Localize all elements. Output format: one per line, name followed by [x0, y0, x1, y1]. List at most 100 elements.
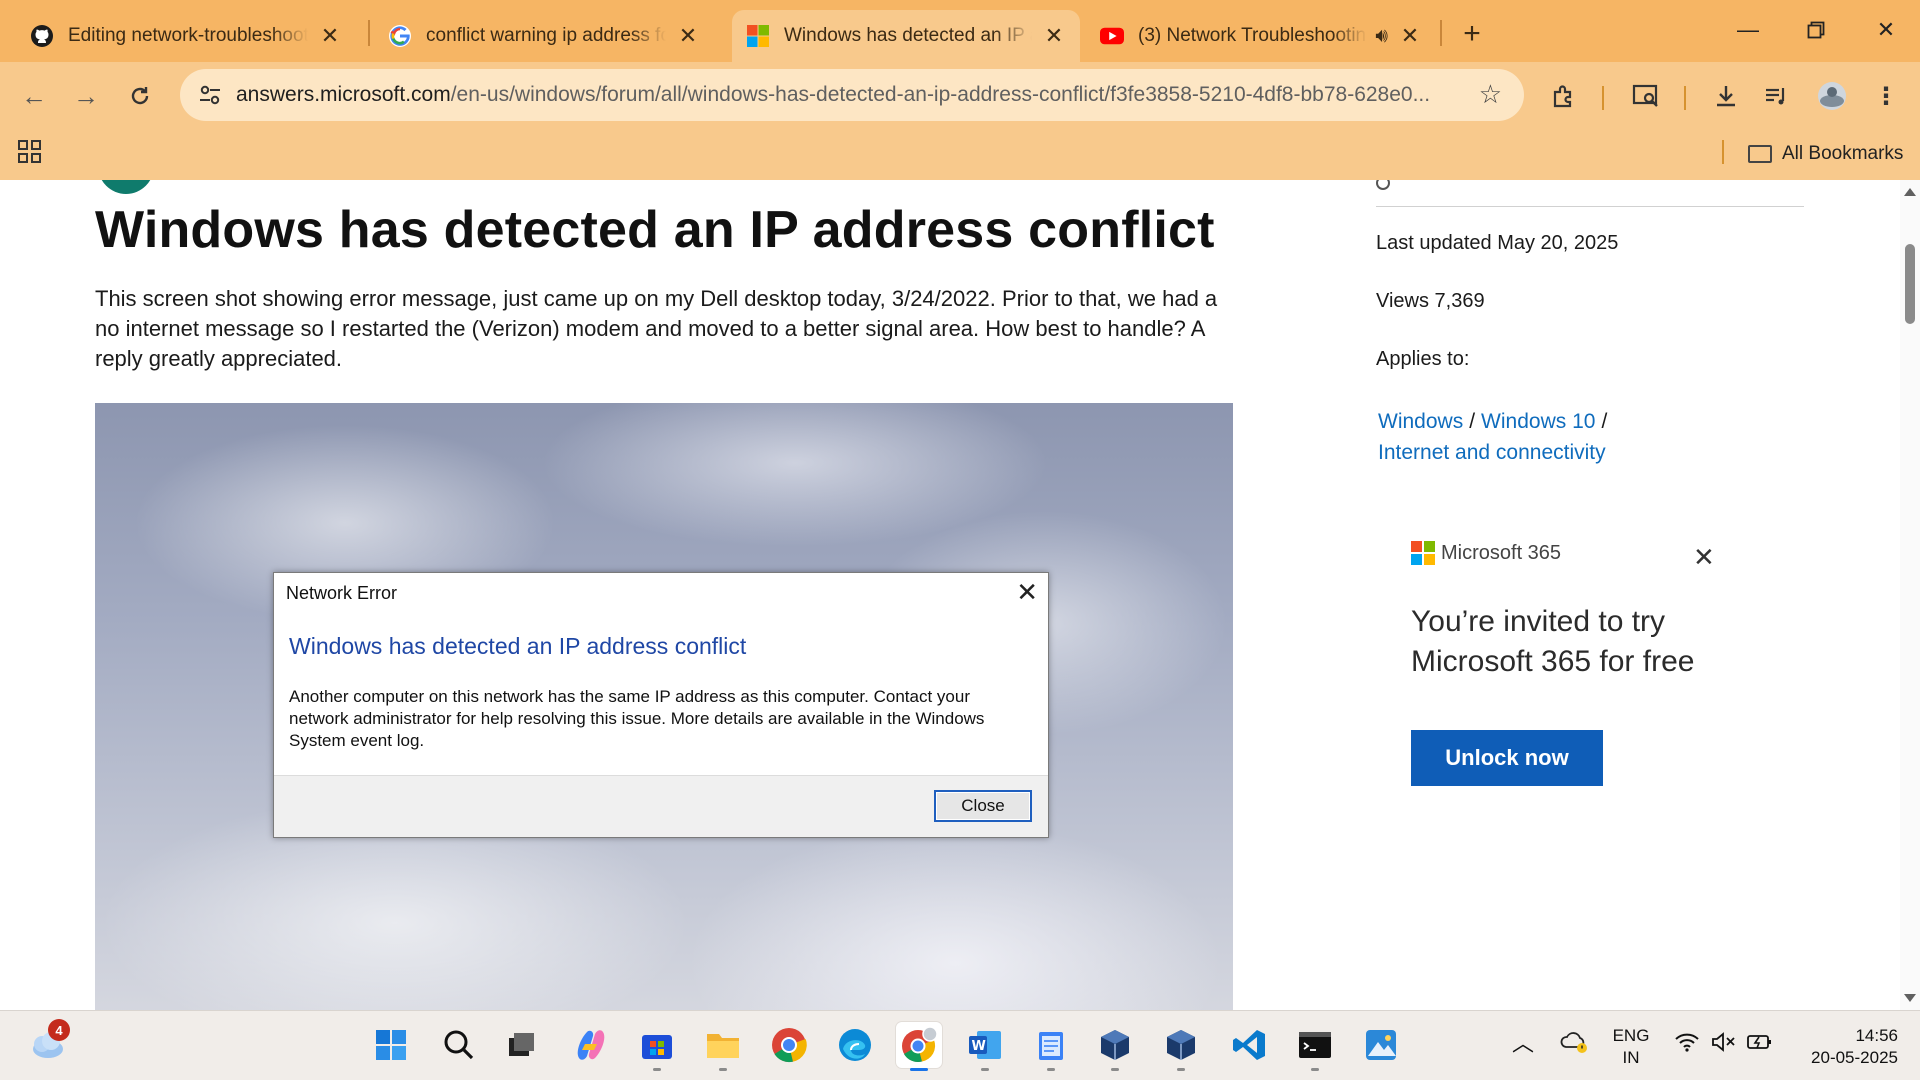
- profile-avatar[interactable]: [1814, 78, 1850, 114]
- page-title: Windows has detected an IP address confl…: [95, 201, 1215, 259]
- close-icon: ✕: [1016, 577, 1038, 607]
- show-hidden-icons-chevron-icon[interactable]: ︿: [1512, 1033, 1534, 1055]
- close-ad-icon[interactable]: ✕: [1693, 542, 1715, 573]
- chrome-profile-app[interactable]: [896, 1022, 942, 1071]
- tab-google[interactable]: conflict warning ip address for windows …: [374, 10, 714, 62]
- back-button[interactable]: ←: [14, 76, 54, 116]
- page-scrollbar[interactable]: [1900, 180, 1920, 1010]
- forward-button[interactable]: →: [66, 76, 106, 116]
- running-indicator: [1177, 1068, 1185, 1071]
- chrome-app[interactable]: [766, 1022, 812, 1068]
- restore-button[interactable]: [1786, 10, 1846, 50]
- copilot-app[interactable]: [568, 1022, 614, 1068]
- apps-grid-icon[interactable]: [18, 140, 42, 164]
- all-bookmarks-button[interactable]: All Bookmarks: [1748, 140, 1903, 168]
- url-host: answers.microsoft.com: [236, 83, 451, 106]
- tab-github[interactable]: Editing network-troubleshooting ✕: [16, 10, 356, 62]
- toolbar: ← → answers.microsoft.com /en-us/windows…: [0, 62, 1920, 128]
- notepad-app[interactable]: [1028, 1022, 1074, 1071]
- input-language[interactable]: ENG IN: [1606, 1025, 1656, 1069]
- windows-taskbar: 4 W ︿ ENG IN 14:56 20-05-2025: [0, 1010, 1920, 1080]
- reload-button[interactable]: [120, 76, 160, 116]
- crumb-link-internet-connectivity[interactable]: Internet and connectivity: [1378, 441, 1606, 464]
- wifi-icon[interactable]: [1674, 1031, 1700, 1059]
- tab-title: Editing network-troubleshooting: [68, 25, 308, 46]
- bookmark-star-icon[interactable]: ☆: [1479, 79, 1502, 110]
- address-bar[interactable]: answers.microsoft.com /en-us/windows/for…: [180, 69, 1524, 121]
- chrome-icon: [772, 1028, 807, 1063]
- views-count: Views 7,369: [1376, 290, 1485, 312]
- crumb-link-windows[interactable]: Windows: [1378, 410, 1463, 433]
- photos-icon: [1366, 1030, 1396, 1060]
- toolbar-divider: [1684, 86, 1686, 110]
- clock-date: 20-05-2025: [1811, 1048, 1898, 1067]
- close-tab-icon[interactable]: ✕: [1042, 23, 1066, 48]
- crumb-link-windows-10[interactable]: Windows 10: [1481, 410, 1595, 433]
- tab-title: Windows has detected an IP address confl…: [784, 25, 1032, 46]
- close-tab-icon[interactable]: ✕: [676, 23, 700, 48]
- crumb-separator: /: [1469, 410, 1476, 433]
- download-icon[interactable]: [1708, 78, 1744, 114]
- new-tab-button[interactable]: +: [1452, 14, 1492, 54]
- site-settings-icon[interactable]: [196, 81, 224, 109]
- last-updated: Last updated May 20, 2025: [1376, 232, 1619, 254]
- battery-charging-icon[interactable]: [1746, 1031, 1774, 1059]
- running-indicator: [1111, 1068, 1119, 1071]
- tab-microsoft-answers[interactable]: Windows has detected an IP address confl…: [732, 10, 1080, 62]
- more-menu-icon[interactable]: ⋮: [1868, 78, 1904, 114]
- vscode-app[interactable]: [1226, 1022, 1272, 1068]
- close-window-button[interactable]: ✕: [1856, 10, 1916, 50]
- active-indicator: [910, 1068, 928, 1071]
- virtualbox-app[interactable]: [1092, 1022, 1138, 1071]
- youtube-icon: [1100, 24, 1124, 48]
- media-controls-icon[interactable]: [1758, 78, 1794, 114]
- volume-muted-icon[interactable]: [1710, 1031, 1736, 1059]
- unlock-now-button[interactable]: Unlock now: [1411, 730, 1603, 786]
- scroll-up-arrow-icon[interactable]: [1904, 188, 1916, 196]
- search-icon[interactable]: [1376, 180, 1390, 190]
- edge-icon: [839, 1029, 871, 1061]
- word-app[interactable]: W: [962, 1022, 1008, 1071]
- clock[interactable]: 14:56 20-05-2025: [1794, 1025, 1898, 1069]
- extensions-icon[interactable]: [1546, 78, 1582, 114]
- bookmark-divider: [1722, 140, 1724, 164]
- vscode-icon: [1233, 1030, 1265, 1060]
- terminal-app[interactable]: [1292, 1022, 1338, 1071]
- chrome-icon: [902, 1026, 938, 1063]
- start-button[interactable]: [368, 1022, 414, 1068]
- crumb-separator: /: [1601, 410, 1608, 433]
- search-button[interactable]: [436, 1022, 482, 1068]
- running-indicator: [719, 1068, 727, 1071]
- microsoft-store-app[interactable]: [634, 1022, 680, 1071]
- scrollbar-thumb[interactable]: [1905, 244, 1915, 324]
- running-indicator: [981, 1068, 989, 1071]
- photos-app[interactable]: [1358, 1022, 1404, 1068]
- onedrive-warning-icon[interactable]: [1560, 1029, 1590, 1061]
- github-icon: [30, 24, 54, 48]
- author-avatar[interactable]: [98, 180, 154, 194]
- microsoft-365-logo: Microsoft 365: [1411, 541, 1561, 565]
- ad-headline: You’re invited to try Microsoft 365 for …: [1411, 605, 1695, 678]
- running-indicator: [653, 1068, 661, 1071]
- tab-title: (3) Network Troubleshooting: [1138, 25, 1368, 46]
- edge-app[interactable]: [832, 1022, 878, 1068]
- bookmarks-bar: All Bookmarks: [0, 128, 1920, 180]
- close-tab-icon[interactable]: ✕: [1398, 23, 1422, 48]
- virtualbox-vm-app[interactable]: [1158, 1022, 1204, 1071]
- applies-to-breadcrumb: Windows / Windows 10/ Internet and connect…: [1378, 406, 1678, 468]
- google-icon: [388, 24, 412, 48]
- audio-playing-icon[interactable]: 🔊︎: [1375, 25, 1388, 48]
- tab-divider: [368, 20, 370, 46]
- restore-icon: [1807, 21, 1825, 39]
- dialog-title: Network Error: [286, 583, 398, 603]
- virtualbox-icon: [1101, 1030, 1129, 1060]
- screen-search-icon[interactable]: [1628, 78, 1664, 114]
- tab-youtube[interactable]: (3) Network Troubleshooting 🔊︎ ✕: [1086, 10, 1436, 62]
- file-explorer-app[interactable]: [700, 1022, 746, 1071]
- dialog-close-button: Close: [934, 790, 1032, 822]
- scroll-down-arrow-icon[interactable]: [1904, 994, 1916, 1002]
- minimize-button[interactable]: —: [1718, 10, 1778, 50]
- task-view-button[interactable]: [498, 1022, 544, 1068]
- tab-strip: Editing network-troubleshooting ✕ confli…: [0, 0, 1920, 62]
- close-tab-icon[interactable]: ✕: [318, 23, 342, 48]
